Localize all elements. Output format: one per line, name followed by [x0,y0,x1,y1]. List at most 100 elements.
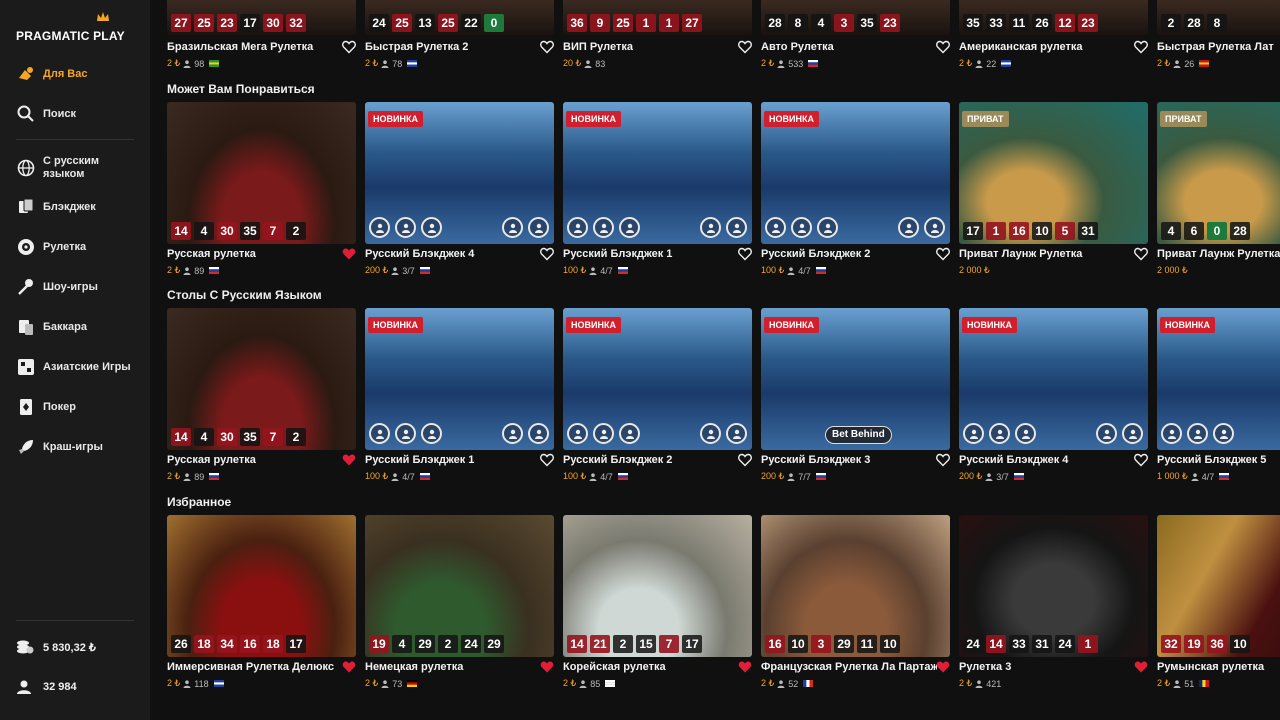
seat-icon[interactable] [1161,423,1182,444]
game-thumbnail[interactable]: НОВИНКА [365,102,554,244]
seat-icon[interactable] [963,423,984,444]
sidebar-item-blackjack[interactable]: Блэкджек [0,192,150,222]
seat-icon[interactable] [421,423,442,444]
game-thumbnail[interactable]: 28 8 4 3 35 23 [761,0,950,35]
seat-icon[interactable] [619,423,640,444]
game-card[interactable]: ПРИВАТ 17 1 16 10 5 31 Приват Лаунж Рулетка 2 00… [959,102,1148,292]
seat-icon[interactable] [593,423,614,444]
game-thumbnail[interactable]: 16 10 3 29 11 10 [761,515,950,657]
sidebar-item-crash-games[interactable]: Краш-игры [0,432,150,462]
seat-icon[interactable] [726,217,747,238]
game-card[interactable]: 28 8 4 3 35 23 Авто Рулетка 2 ₺ 533 [761,0,950,72]
favorite-heart-icon[interactable] [1134,40,1148,54]
sidebar-item-asian-games[interactable]: Азиатские Игры [0,352,150,382]
seat-icon[interactable] [421,217,442,238]
seat-icon[interactable] [395,423,416,444]
seat-icon[interactable] [1187,423,1208,444]
favorite-heart-icon[interactable] [738,247,752,261]
game-thumbnail[interactable]: 14 21 2 15 7 17 [563,515,752,657]
favorite-heart-icon[interactable] [540,40,554,54]
favorite-heart-icon[interactable] [342,453,356,467]
game-thumbnail[interactable]: НОВИНКА [563,102,752,244]
game-card[interactable]: 24 14 33 31 24 1 Рулетка 32 ₺ 421 [959,515,1148,705]
game-thumbnail[interactable]: 2 28 8 [1157,0,1280,35]
game-thumbnail[interactable]: 36 9 25 1 1 27 [563,0,752,35]
seat-icon[interactable] [369,423,390,444]
favorite-heart-icon[interactable] [738,40,752,54]
seat-icon[interactable] [765,217,786,238]
seat-icon[interactable] [791,217,812,238]
seat-icon[interactable] [567,217,588,238]
game-card[interactable]: 19 4 29 2 24 29 Немецкая рулетка 2 ₺ 73 [365,515,554,705]
game-card[interactable]: НОВИНКА Русский Блэкджек 1 100 ₺ 4/7 [563,102,752,292]
game-thumbnail[interactable]: ПРИВАТ46028› [1157,102,1280,244]
game-card[interactable]: НОВИНКА› Русский Блэкджек 5 1 000 ₺ 4/7 [1157,308,1280,498]
favorite-heart-icon[interactable] [936,660,950,674]
game-card[interactable]: 16 10 3 29 11 10 Французская Рулетка Ла Партаж… [761,515,950,705]
seat-icon[interactable] [817,217,838,238]
sidebar-item-for-you[interactable]: Для Вас [0,59,150,89]
favorite-heart-icon[interactable] [540,247,554,261]
sidebar-item-poker[interactable]: Покер [0,392,150,422]
game-thumbnail[interactable]: НОВИНКА Bet Behind [761,308,950,450]
favorite-heart-icon[interactable] [540,660,554,674]
game-thumbnail[interactable]: 24 14 33 31 24 1 [959,515,1148,657]
game-thumbnail[interactable]: НОВИНКА [563,308,752,450]
game-thumbnail[interactable]: НОВИНКА› [1157,308,1280,450]
bet-behind-button[interactable]: Bet Behind [825,426,892,444]
favorite-heart-icon[interactable] [738,453,752,467]
game-thumbnail[interactable]: 27 25 23 17 30 32 [167,0,356,35]
game-thumbnail[interactable]: НОВИНКА [761,102,950,244]
seat-icon[interactable] [593,217,614,238]
game-card[interactable]: НОВИНКА Русский Блэкджек 1 100 ₺ 4/7 [365,308,554,498]
sidebar-item-baccarat[interactable]: Баккара [0,312,150,342]
game-card[interactable]: 26 18 34 16 18 17 Иммерсивная Рулетка Делюкс 2 … [167,515,356,705]
game-card[interactable]: 27 25 23 17 30 32 Бразильская Мега Рулетка 2 ₺ 9… [167,0,356,72]
game-card[interactable]: 2 28 8 Быстрая Рулетка Лат 2 ₺ 26 [1157,0,1280,72]
favorite-heart-icon[interactable] [936,453,950,467]
game-card[interactable]: НОВИНКА Русский Блэкджек 2 100 ₺ 4/7 [563,308,752,498]
sidebar-item-show-games[interactable]: Шоу-игры [0,272,150,302]
game-card[interactable]: 35 33 11 26 12 23 Американская рулетка 2 ₺ 22 [959,0,1148,72]
favorite-heart-icon[interactable] [1134,660,1148,674]
seat-icon[interactable] [528,217,549,238]
game-thumbnail[interactable]: НОВИНКА [959,308,1148,450]
seat-icon[interactable] [1213,423,1234,444]
favorite-heart-icon[interactable] [936,40,950,54]
favorite-heart-icon[interactable] [1134,453,1148,467]
game-card[interactable]: 32193610› Румынская рулетка 2 ₺ 51 [1157,515,1280,705]
seat-icon[interactable] [700,217,721,238]
seat-icon[interactable] [567,423,588,444]
game-card[interactable]: НОВИНКА Bet Behind Русский Блэкджек 3 200 ₺… [761,308,950,498]
seat-icon[interactable] [528,423,549,444]
game-card[interactable]: 36 9 25 1 1 27 ВИП Рулетка 20 ₺ 83 [563,0,752,72]
game-thumbnail[interactable]: 32193610› [1157,515,1280,657]
favorite-heart-icon[interactable] [936,247,950,261]
seat-icon[interactable] [619,217,640,238]
seat-icon[interactable] [395,217,416,238]
seat-icon[interactable] [898,217,919,238]
game-thumbnail[interactable]: 14 4 30 35 7 2 [167,308,356,450]
sidebar-item-roulette[interactable]: Рулетка [0,232,150,262]
favorite-heart-icon[interactable] [738,660,752,674]
game-card[interactable]: 14 4 30 35 7 2 Русская рулетка 2 ₺ 89 [167,102,356,292]
game-card[interactable]: 14 21 2 15 7 17 Корейская рулетка 2 ₺ 85 [563,515,752,705]
game-thumbnail[interactable]: 35 33 11 26 12 23 [959,0,1148,35]
seat-icon[interactable] [989,423,1010,444]
game-thumbnail[interactable]: 19 4 29 2 24 29 [365,515,554,657]
game-thumbnail[interactable]: ПРИВАТ 17 1 16 10 5 31 [959,102,1148,244]
seat-icon[interactable] [700,423,721,444]
seat-icon[interactable] [726,423,747,444]
game-thumbnail[interactable]: 24 25 13 25 22 0 [365,0,554,35]
favorite-heart-icon[interactable] [1134,247,1148,261]
game-card[interactable]: НОВИНКА Русский Блэкджек 2 100 ₺ 4/7 [761,102,950,292]
seat-icon[interactable] [924,217,945,238]
game-card[interactable]: 24 25 13 25 22 0 Быстрая Рулетка 22 ₺ 78 [365,0,554,72]
sidebar-item-russian[interactable]: С русским языком [0,152,150,184]
seat-icon[interactable] [502,217,523,238]
seat-icon[interactable] [502,423,523,444]
favorite-heart-icon[interactable] [342,660,356,674]
favorite-heart-icon[interactable] [342,40,356,54]
favorite-heart-icon[interactable] [342,247,356,261]
seat-icon[interactable] [1122,423,1143,444]
